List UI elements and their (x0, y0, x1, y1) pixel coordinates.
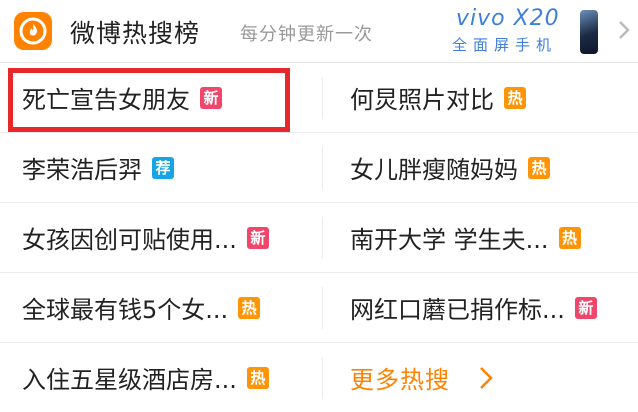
recommend-badge: 荐 (152, 156, 174, 179)
hot-item[interactable]: 女孩因创可贴使用... 新 (22, 203, 312, 272)
hot-item[interactable]: 入住五星级酒店房... 热 (22, 343, 312, 412)
chevron-right-icon (480, 366, 493, 389)
new-badge: 新 (246, 226, 269, 249)
hot-badge: 热 (528, 156, 550, 179)
chevron-right-icon[interactable] (614, 16, 634, 44)
hot-item-text: 女儿胖瘦随妈妈 (350, 156, 518, 184)
hot-item[interactable]: 李荣浩后羿 荐 (22, 133, 312, 202)
header: 微博热搜榜 每分钟更新一次 vivo X20 全面屏手机 (0, 0, 638, 63)
highlight-box (8, 68, 290, 132)
hot-item-text: 女孩因创可贴使用... (22, 226, 237, 254)
column-divider (322, 77, 323, 119)
phone-image-icon (580, 10, 598, 54)
hot-item-text: 入住五星级酒店房... (22, 366, 237, 394)
hot-item[interactable]: 女儿胖瘦随妈妈 热 (350, 133, 630, 202)
hot-badge: 热 (238, 296, 261, 319)
hot-item[interactable]: 南开大学 学生夫... 热 (350, 203, 630, 272)
table-row: 女孩因创可贴使用... 新 南开大学 学生夫... 热 (0, 203, 638, 273)
table-row: 李荣浩后羿 荐 女儿胖瘦随妈妈 热 (0, 133, 638, 203)
hot-item[interactable]: 网红口蘑已捐作标... 新 (350, 273, 630, 342)
table-row: 入住五星级酒店房... 热 更多热搜 (0, 343, 638, 412)
hot-item-text: 何炅照片对比 (350, 86, 494, 114)
ad-brand: vivo X20 (456, 6, 560, 31)
hot-item-text: 南开大学 学生夫... (350, 226, 549, 254)
page-title: 微博热搜榜 (70, 19, 201, 48)
ad-tagline: 全面屏手机 (452, 36, 558, 54)
new-badge: 新 (574, 296, 597, 319)
more-hot-search-link[interactable]: 更多热搜 (350, 343, 630, 412)
hot-item[interactable]: 全球最有钱5个女... 热 (22, 273, 312, 342)
column-divider (322, 357, 323, 399)
column-divider (322, 217, 323, 259)
weibo-logo-icon (14, 12, 52, 50)
hot-item-text: 网红口蘑已捐作标... (350, 296, 565, 324)
page-subtitle: 每分钟更新一次 (240, 24, 373, 45)
column-divider (322, 287, 323, 329)
hot-badge: 热 (558, 226, 581, 249)
hot-badge: 热 (504, 86, 526, 109)
hot-item-text: 全球最有钱5个女... (22, 296, 229, 324)
hot-badge: 热 (246, 366, 269, 389)
ad-banner[interactable]: vivo X20 全面屏手机 (452, 6, 602, 58)
column-divider (322, 147, 323, 189)
more-hot-search-label: 更多热搜 (350, 366, 450, 394)
table-row: 全球最有钱5个女... 热 网红口蘑已捐作标... 新 (0, 273, 638, 343)
hot-item-text: 李荣浩后羿 (22, 156, 142, 184)
hot-item[interactable]: 何炅照片对比 热 (350, 63, 630, 132)
